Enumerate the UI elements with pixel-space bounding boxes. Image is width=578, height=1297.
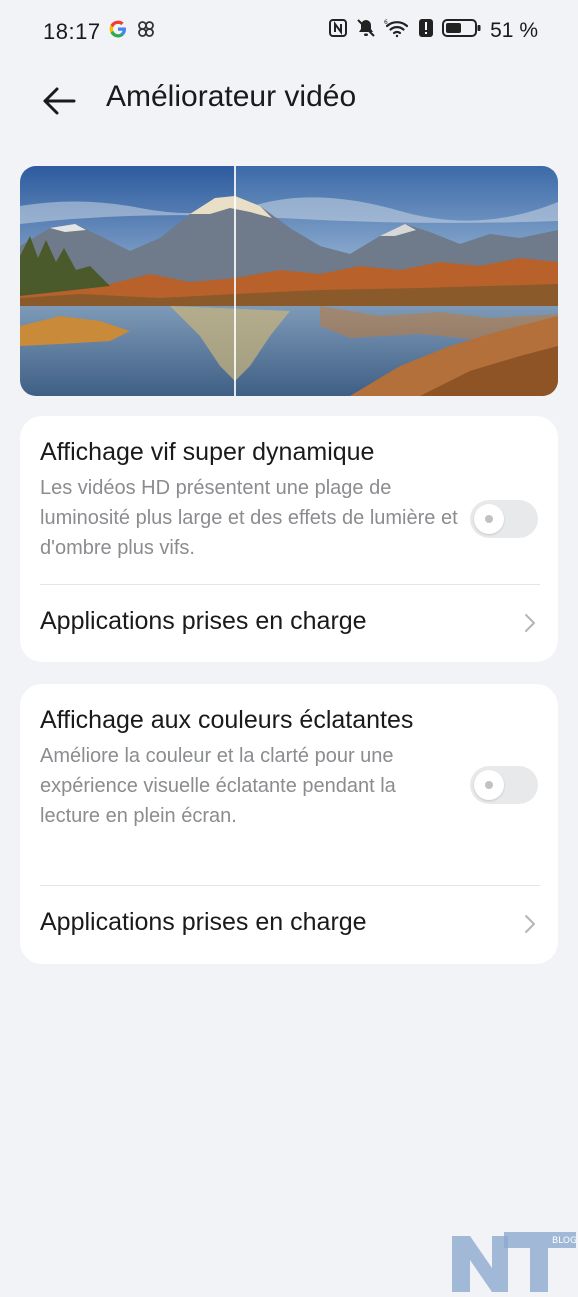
supported-apps-link-1[interactable]: Applications prises en charge [20, 585, 558, 663]
setting-row-vivid-hdr: Affichage vif super dynamique Les vidéos… [40, 436, 538, 563]
nt-blog-watermark: BLOG [452, 1228, 577, 1292]
pinwheel-icon [135, 18, 157, 45]
bell-muted-icon [356, 18, 376, 43]
chevron-right-icon [524, 613, 536, 638]
svg-text:6: 6 [384, 19, 388, 26]
vivid-hdr-toggle[interactable] [470, 500, 538, 538]
wifi-icon: 6 [384, 18, 410, 43]
chevron-right-icon [524, 914, 536, 939]
page-title: Améliorateur vidéo [106, 80, 357, 113]
setting-card-vivid-colors: Affichage aux couleurs éclatantes Amélio… [20, 684, 558, 964]
setting-card-vivid-hdr: Affichage vif super dynamique Les vidéos… [20, 416, 558, 662]
battery-icon [442, 18, 482, 43]
link-label: Applications prises en charge [40, 908, 367, 936]
link-label: Applications prises en charge [40, 607, 367, 635]
supported-apps-link-2[interactable]: Applications prises en charge [20, 886, 558, 964]
setting-description: Les vidéos HD présentent une plage de lu… [40, 477, 458, 559]
battery-level: 51 % [490, 18, 538, 42]
toggle-knob [474, 770, 504, 800]
nfc-icon [328, 18, 348, 43]
watermark-tag: BLOG [552, 1236, 576, 1246]
landscape-preview [20, 166, 558, 396]
vivid-colors-toggle[interactable] [470, 766, 538, 804]
alert-icon [418, 18, 434, 43]
setting-description: Améliore la couleur et la clarté pour un… [40, 745, 396, 827]
setting-title: Affichage vif super dynamique [40, 438, 375, 466]
header: Améliorateur vidéo [0, 72, 578, 132]
status-time: 18:17 [43, 18, 101, 44]
arrow-left-icon [41, 86, 77, 121]
status-left: 18:17 [43, 18, 157, 45]
toggle-knob [474, 504, 504, 534]
status-right: 6 51 % [328, 18, 538, 43]
google-icon [107, 18, 129, 45]
status-bar: 18:17 6 51 % [0, 0, 578, 64]
back-button[interactable] [34, 78, 84, 128]
setting-row-vivid-colors: Affichage aux couleurs éclatantes Amélio… [40, 704, 538, 831]
setting-title: Affichage aux couleurs éclatantes [40, 706, 414, 734]
